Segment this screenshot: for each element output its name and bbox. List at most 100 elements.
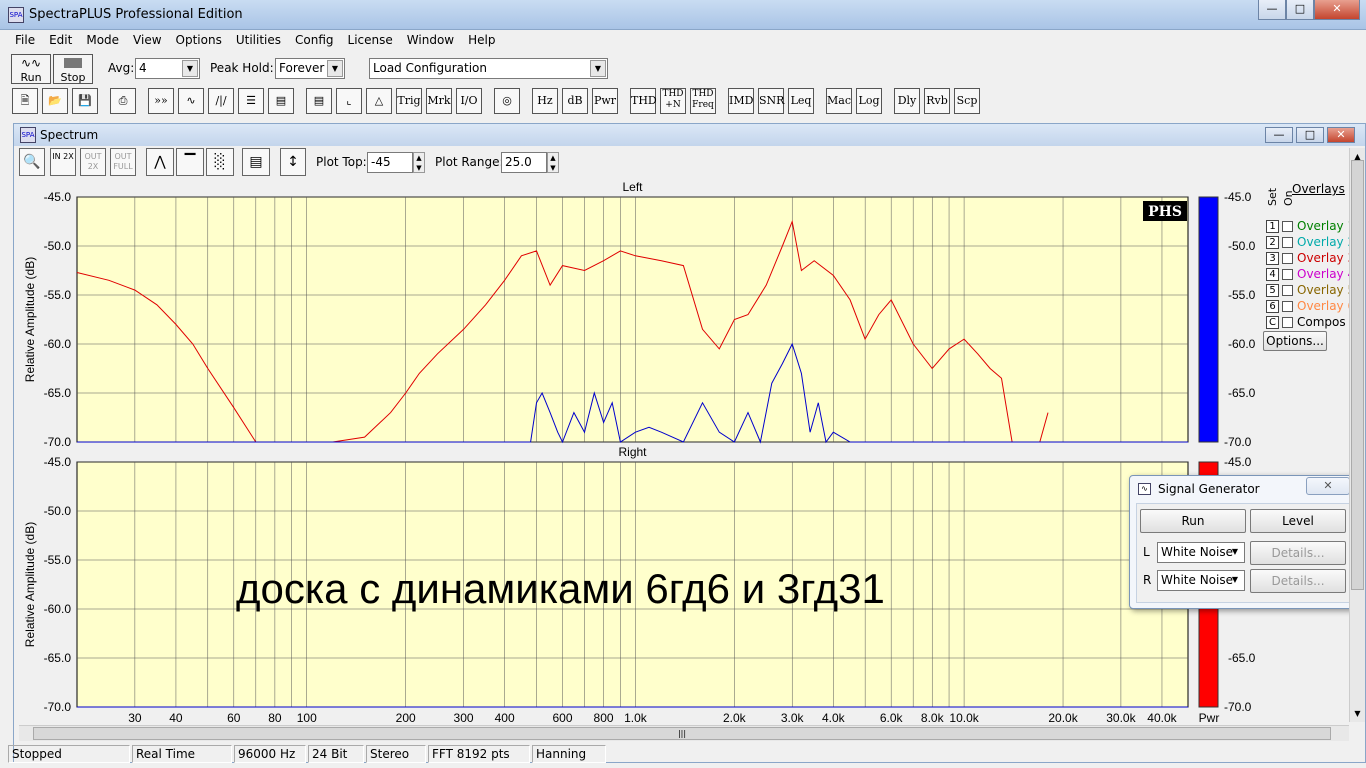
overlay-set-button[interactable]: C (1266, 315, 1279, 329)
y-tick-label: -50.0 (44, 239, 72, 253)
x-tick-label: 40.0k (1147, 711, 1177, 725)
level-meter-top-label: -45.0 (1224, 455, 1252, 469)
overlay-checkbox[interactable] (1282, 316, 1293, 328)
generator-l-select[interactable]: White Noise ▼ (1157, 542, 1245, 563)
overlay-set-button[interactable]: 5 (1266, 283, 1279, 297)
x-tick-label: 40 (169, 711, 183, 725)
overlay-row: 4 Overlay 4 (1266, 266, 1355, 282)
overlay-label: Overlay 5 (1297, 283, 1356, 297)
status-fft-size: FFT 8192 pts (428, 745, 530, 763)
overlay-set-button[interactable]: 6 (1266, 299, 1279, 313)
overlay-set-button[interactable]: 3 (1266, 251, 1279, 265)
y-tick-label: -55.0 (44, 553, 72, 567)
x-tick-label: 1.0k (624, 711, 648, 725)
level-meter-tick: -60.0 (1228, 337, 1256, 351)
level-meter-tick: -50.0 (1228, 239, 1256, 253)
signal-generator-title: Signal Generator (1158, 482, 1260, 496)
spectrum-chart: Left -45.0 -50.0 -55.0 -60.0 -65.0 -70.0 Relati… (23, 180, 1256, 725)
y-tick-label: -55.0 (44, 288, 72, 302)
level-meter-tick: -55.0 (1228, 288, 1256, 302)
signal-generator-icon: ∿ (1138, 483, 1151, 495)
status-bar: Stopped Real Time 96000 Hz 24 Bit Stereo… (8, 745, 608, 765)
x-tick-label: 2.0k (723, 711, 747, 725)
overlay-checkbox[interactable] (1282, 268, 1293, 280)
status-sample-rate: 96000 Hz (234, 745, 306, 763)
overlays-set-header: Set (1266, 187, 1279, 206)
status-state: Stopped (8, 745, 130, 763)
phs-badge: PHS (1148, 204, 1182, 220)
level-meter-bottom-label: -70.0 (1224, 700, 1252, 714)
y-tick-label: -65.0 (44, 386, 72, 400)
x-tick-label: 300 (454, 711, 474, 725)
overlay-set-button[interactable]: 4 (1266, 267, 1279, 281)
overlay-checkbox[interactable] (1282, 300, 1293, 312)
generator-level-button[interactable]: Level (1250, 509, 1346, 533)
overlay-row: 1 Overlay 1 (1266, 218, 1355, 234)
y-tick-label: -45.0 (44, 455, 72, 469)
level-meter-label: Pwr (1199, 711, 1220, 725)
x-tick-label: 8.0k (921, 711, 945, 725)
overlay-row: 3 Overlay 3 (1266, 250, 1355, 266)
overlay-row: C Compos (1266, 314, 1355, 330)
x-tick-label: 60 (227, 711, 241, 725)
overlay-row: 2 Overlay 2 (1266, 234, 1355, 250)
vertical-scrollbar[interactable]: ▲ ▼ (1349, 148, 1365, 722)
x-tick-label: 400 (495, 711, 515, 725)
level-meter-bottom-label: -70.0 (1224, 435, 1252, 449)
y-axis-label: Relative Amplitude (dB) (23, 522, 37, 647)
overlay-list: 1 Overlay 1 2 Overlay 2 3 Overlay 3 4 Overlay 4… (1266, 218, 1355, 330)
chevron-down-icon: ▼ (1231, 547, 1239, 556)
y-tick-label: -60.0 (44, 337, 72, 351)
status-channels: Stereo (366, 745, 426, 763)
overlay-label: Overlay 6 (1297, 299, 1356, 313)
status-bit-depth: 24 Bit (308, 745, 364, 763)
generator-r-select[interactable]: White Noise ▼ (1157, 570, 1245, 591)
generator-l-details-button[interactable]: Details... (1250, 541, 1346, 565)
level-meter-bar (1198, 196, 1219, 443)
horizontal-scrollbar[interactable]: ||| (19, 725, 1349, 741)
overlays-on-header: On (1282, 190, 1295, 206)
y-tick-label: -70.0 (44, 435, 72, 449)
overlay-checkbox[interactable] (1282, 220, 1293, 232)
y-tick-label: -70.0 (44, 700, 72, 714)
overlay-set-button[interactable]: 2 (1266, 235, 1279, 249)
scroll-down-icon[interactable]: ▼ (1351, 707, 1364, 720)
overlay-set-button[interactable]: 1 (1266, 219, 1279, 233)
generator-run-button[interactable]: Run (1140, 509, 1246, 533)
x-tick-label: 80 (268, 711, 282, 725)
overlay-label: Overlay 1 (1297, 219, 1356, 233)
overlay-label: Overlay 3 (1297, 251, 1356, 265)
generator-l-label: L (1143, 545, 1150, 559)
x-tick-label: 100 (297, 711, 317, 725)
y-tick-label: -50.0 (44, 504, 72, 518)
status-mode: Real Time (132, 745, 232, 763)
x-tick-label: 4.0k (822, 711, 846, 725)
x-tick-label: 20.0k (1048, 711, 1078, 725)
x-tick-label: 3.0k (781, 711, 805, 725)
overlay-checkbox[interactable] (1282, 236, 1293, 248)
y-tick-label: -60.0 (44, 602, 72, 616)
x-tick-label: 10.0k (949, 711, 979, 725)
x-tick-label: 30 (128, 711, 142, 725)
plot-area (76, 196, 1189, 443)
generator-r-value: White Noise (1161, 573, 1233, 587)
overlay-row: 6 Overlay 6 (1266, 298, 1355, 314)
overlay-row: 5 Overlay 5 (1266, 282, 1355, 298)
panel-title: Right (618, 445, 647, 459)
chevron-down-icon: ▼ (1231, 575, 1239, 584)
horizontal-scrollbar-thumb[interactable]: ||| (33, 727, 1331, 740)
level-meter-tick: -65.0 (1228, 386, 1256, 400)
signal-generator-close-button[interactable]: ✕ (1306, 477, 1350, 495)
x-tick-label: 200 (396, 711, 416, 725)
level-meter-tick: -65.0 (1228, 651, 1256, 665)
annotation-text: доска с динамиками 6гд6 и 3гд31 (236, 565, 885, 612)
vertical-scrollbar-thumb[interactable] (1351, 160, 1364, 590)
overlay-label: Overlay 4 (1297, 267, 1356, 281)
overlay-options-button[interactable]: Options... (1263, 331, 1327, 351)
overlay-checkbox[interactable] (1282, 252, 1293, 264)
generator-r-details-button[interactable]: Details... (1250, 569, 1346, 593)
overlay-checkbox[interactable] (1282, 284, 1293, 296)
x-tick-label: 800 (594, 711, 614, 725)
status-window: Hanning (532, 745, 606, 763)
generator-r-label: R (1143, 573, 1152, 587)
